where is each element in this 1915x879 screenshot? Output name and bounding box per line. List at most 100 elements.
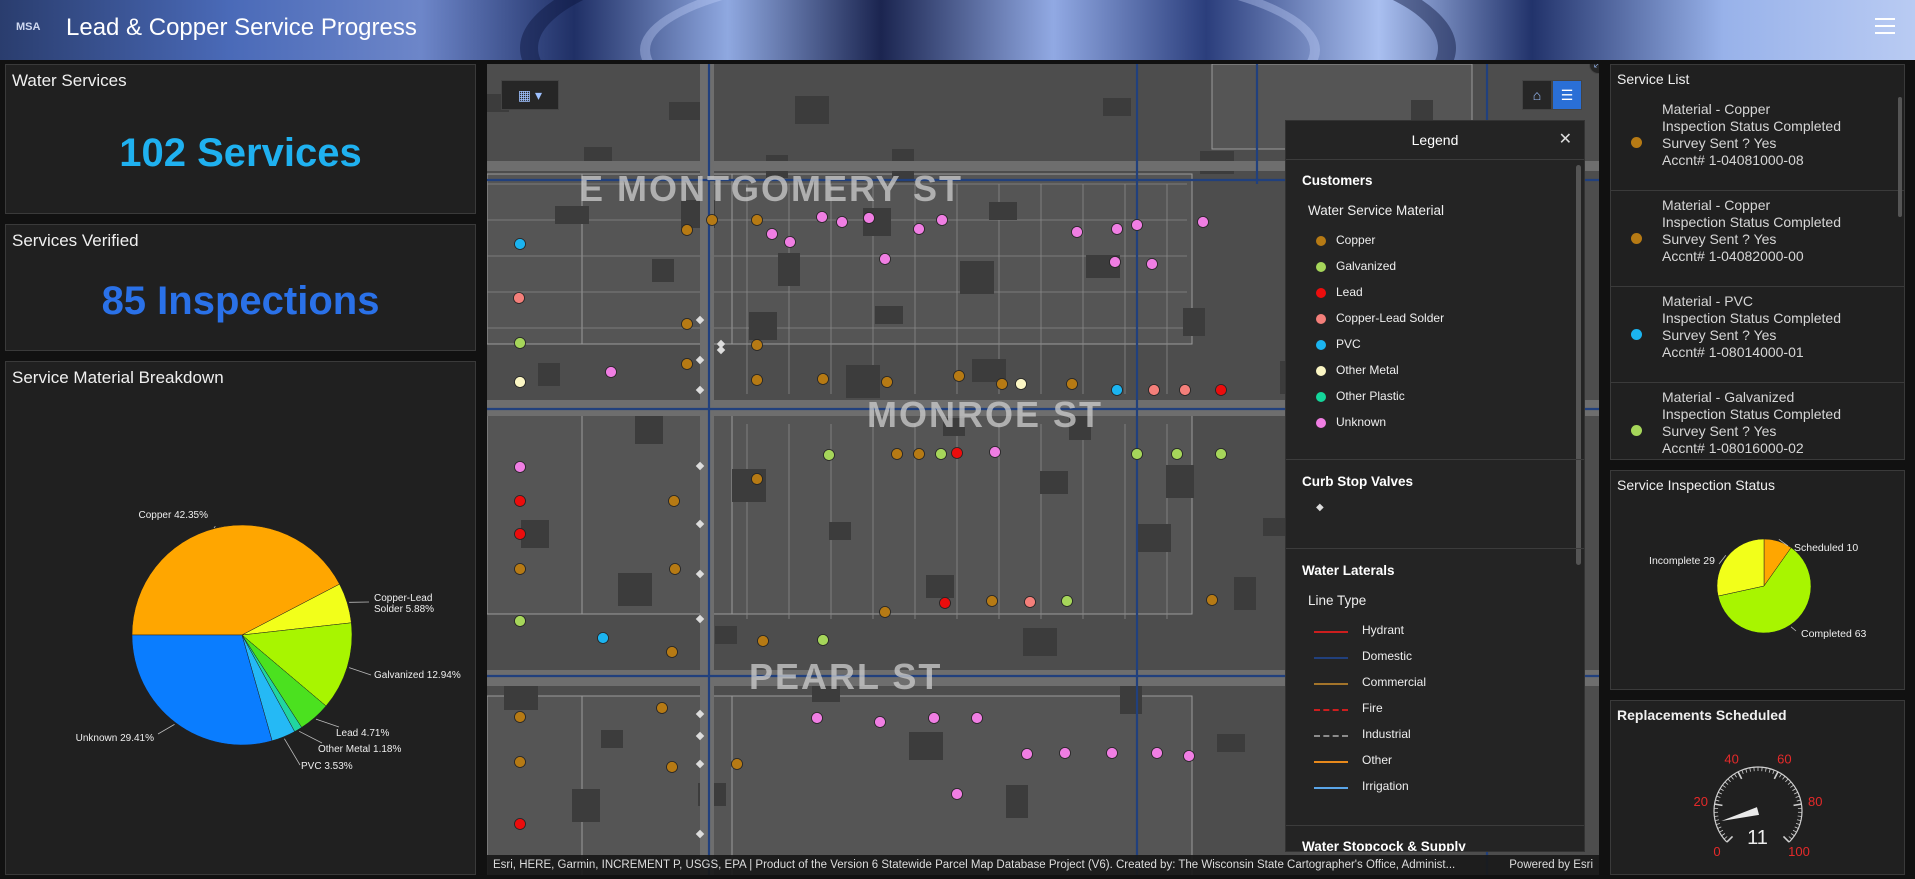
service-list-item[interactable]: Material - CopperInspection Status Compl… (1611, 191, 1904, 287)
customer-point[interactable] (972, 713, 983, 724)
customer-point[interactable] (954, 371, 965, 382)
gauge-tick (1788, 782, 1791, 785)
customer-point[interactable] (1060, 748, 1071, 759)
gauge-tick (1746, 769, 1747, 773)
gauge-tick (1798, 816, 1802, 817)
customer-point[interactable] (1172, 449, 1183, 460)
customer-point[interactable] (515, 757, 526, 768)
customer-point[interactable] (767, 229, 778, 240)
customer-point[interactable] (1025, 597, 1036, 608)
customer-point[interactable] (515, 338, 526, 349)
pie-label: Unknown 29.41% (76, 733, 154, 744)
customer-point[interactable] (667, 762, 678, 773)
close-icon[interactable]: ✕ (1559, 121, 1572, 159)
customer-point[interactable] (1216, 449, 1227, 460)
customer-point[interactable] (707, 215, 718, 226)
customer-point[interactable] (657, 703, 668, 714)
customer-point[interactable] (667, 647, 678, 658)
customer-point[interactable] (1062, 596, 1073, 607)
customer-point[interactable] (882, 377, 893, 388)
customer-point[interactable] (818, 635, 829, 646)
customer-point[interactable] (1216, 385, 1227, 396)
customer-point[interactable] (875, 717, 886, 728)
customer-point[interactable] (929, 713, 940, 724)
customer-point[interactable] (864, 213, 875, 224)
customer-point[interactable] (752, 215, 763, 226)
customer-point[interactable] (824, 450, 835, 461)
customer-point[interactable] (1132, 449, 1143, 460)
service-status: Inspection Status Completed (1662, 310, 1841, 327)
customer-point[interactable] (1147, 259, 1158, 270)
powered-by-esri[interactable]: Powered by Esri (1509, 855, 1593, 875)
customer-point[interactable] (785, 237, 796, 248)
customer-point[interactable] (937, 215, 948, 226)
customer-point[interactable] (880, 254, 891, 265)
customer-point[interactable] (515, 529, 526, 540)
service-list-item[interactable]: Material - GalvanizedInspection Status C… (1611, 383, 1904, 460)
customer-point[interactable] (515, 239, 526, 250)
customer-point[interactable] (515, 712, 526, 723)
customer-point[interactable] (682, 225, 693, 236)
customer-point[interactable] (1184, 751, 1195, 762)
customer-point[interactable] (837, 217, 848, 228)
customer-point[interactable] (987, 596, 998, 607)
customer-point[interactable] (936, 449, 947, 460)
hamburger-menu-icon[interactable] (1875, 18, 1895, 36)
customer-point[interactable] (598, 633, 609, 644)
customer-point[interactable] (732, 759, 743, 770)
customer-point[interactable] (515, 496, 526, 507)
customer-point[interactable] (752, 340, 763, 351)
customer-point[interactable] (1112, 385, 1123, 396)
customer-point[interactable] (997, 379, 1008, 390)
customer-point[interactable] (515, 819, 526, 830)
customer-point[interactable] (515, 616, 526, 627)
customer-point[interactable] (606, 367, 617, 378)
customer-point[interactable] (914, 449, 925, 460)
customer-point[interactable] (514, 293, 525, 304)
customer-point[interactable] (752, 474, 763, 485)
pie-label: Scheduled 10 (1794, 542, 1858, 554)
customer-point[interactable] (682, 359, 693, 370)
customer-point[interactable] (758, 636, 769, 647)
home-icon[interactable]: ⌂ (1522, 80, 1552, 110)
customer-point[interactable] (990, 447, 1001, 458)
service-list-item[interactable]: Material - PVCInspection Status Complete… (1611, 287, 1904, 383)
customer-point[interactable] (812, 713, 823, 724)
customer-point[interactable] (1207, 595, 1218, 606)
customer-point[interactable] (1180, 385, 1191, 396)
customer-point[interactable] (1132, 220, 1143, 231)
customer-point[interactable] (670, 564, 681, 575)
pie-slice-incomplete[interactable] (1717, 539, 1764, 596)
customer-point[interactable] (1152, 748, 1163, 759)
customer-point[interactable] (669, 496, 680, 507)
gauge-tick (1796, 796, 1800, 797)
customer-point[interactable] (817, 212, 828, 223)
customer-point[interactable] (1016, 379, 1027, 390)
layer-selector-button[interactable]: ▦ ▾ (501, 80, 559, 110)
customer-point[interactable] (940, 598, 951, 609)
customer-point[interactable] (1112, 224, 1123, 235)
customer-point[interactable] (1149, 385, 1160, 396)
service-list-scrollbar[interactable] (1898, 97, 1902, 217)
customer-point[interactable] (952, 789, 963, 800)
legend-toggle-icon[interactable]: ☰ (1552, 80, 1582, 110)
customer-point[interactable] (1072, 227, 1083, 238)
customer-point[interactable] (914, 224, 925, 235)
customer-point[interactable] (1198, 217, 1209, 228)
customer-point[interactable] (515, 462, 526, 473)
curb-stop-valve[interactable] (717, 346, 725, 354)
customer-point[interactable] (515, 564, 526, 575)
customer-point[interactable] (818, 374, 829, 385)
customer-point[interactable] (1022, 749, 1033, 760)
customer-point[interactable] (892, 449, 903, 460)
service-list-item[interactable]: Material - CopperInspection Status Compl… (1611, 95, 1904, 191)
customer-point[interactable] (1110, 257, 1121, 268)
customer-point[interactable] (952, 448, 963, 459)
customer-point[interactable] (682, 319, 693, 330)
customer-point[interactable] (880, 607, 891, 618)
customer-point[interactable] (752, 375, 763, 386)
customer-point[interactable] (1067, 379, 1078, 390)
customer-point[interactable] (515, 377, 526, 388)
legend-scrollbar[interactable] (1576, 165, 1581, 565)
customer-point[interactable] (1107, 748, 1118, 759)
